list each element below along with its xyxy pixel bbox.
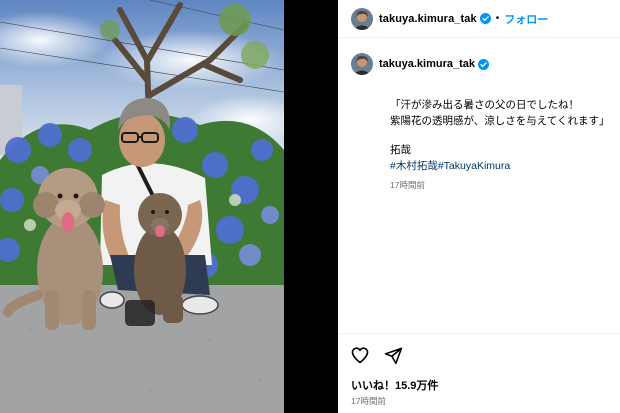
media-gutter (284, 0, 338, 413)
post-actions (350, 345, 403, 365)
avatar[interactable] (351, 7, 373, 30)
post-photo[interactable] (0, 0, 284, 413)
username-link[interactable]: takuya.kimura_tak (379, 13, 477, 25)
hashtag-link[interactable]: #木村拓哉 (390, 160, 438, 172)
post-timestamp: 17時間前 (351, 396, 386, 406)
caption-hashtags: #木村拓哉#TakuyaKimura (390, 158, 618, 174)
caption-signature: 拓哉 (390, 144, 411, 156)
paper-plane-icon[interactable] (384, 346, 403, 365)
verified-badge-icon (478, 58, 489, 70)
separator-dot: • (495, 13, 500, 24)
caption-author: takuya.kimura_tak (351, 53, 489, 75)
hashtag-link[interactable]: #TakuyaKimura (438, 160, 510, 172)
post-side-panel: takuya.kimura_tak • フォロー takuya.kimura_t… (338, 0, 620, 413)
post-image (0, 0, 284, 413)
caption-text: 「汗が滲み出る暑さの父の日でしたね！ 紫陽花の透明感が、涼しさを与えてくれます」… (390, 97, 618, 193)
caption-timestamp: 17時間前 (390, 180, 425, 190)
heart-icon[interactable] (350, 345, 370, 365)
caption-avatar[interactable] (351, 53, 373, 75)
follow-button[interactable]: フォロー (504, 11, 548, 27)
actions-divider (338, 333, 620, 334)
caption-line: 紫陽花の透明感が、涼しさを与えてくれます」 (390, 115, 610, 127)
caption-username-link[interactable]: takuya.kimura_tak (379, 58, 475, 70)
caption-line: 「汗が滲み出る暑さの父の日でしたね！ (390, 99, 579, 111)
post-header: takuya.kimura_tak • フォロー (338, 0, 620, 38)
verified-badge-icon (479, 13, 491, 24)
like-count[interactable]: いいね！15.9万件 (351, 377, 438, 393)
